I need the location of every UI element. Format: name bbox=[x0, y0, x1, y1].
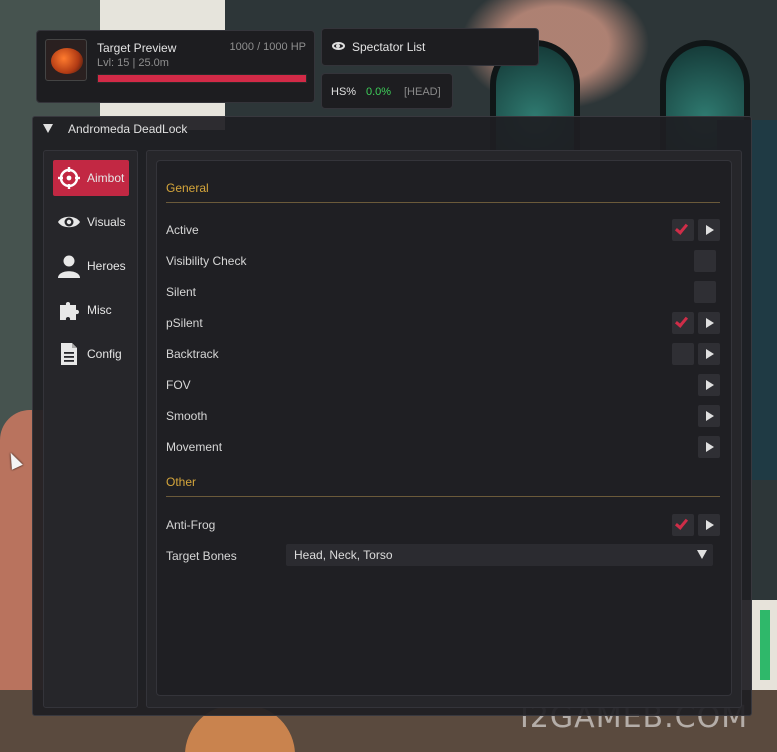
collapse-triangle-icon[interactable] bbox=[43, 124, 53, 133]
expand-arrow-icon[interactable] bbox=[698, 312, 720, 334]
target-hp-text: 1000 / 1000 HP bbox=[229, 41, 306, 53]
setting-row-movement: Movement bbox=[166, 435, 720, 459]
cheat-menu-window: Andromeda DeadLock Aimbot Visuals Heroes… bbox=[32, 116, 752, 716]
setting-row-backtrack: Backtrack bbox=[166, 342, 720, 366]
crosshair-icon bbox=[58, 167, 80, 189]
setting-label: pSilent bbox=[166, 316, 203, 330]
setting-label: Backtrack bbox=[166, 347, 219, 361]
hero-portrait-icon bbox=[45, 39, 87, 81]
sidebar-item-label: Misc bbox=[87, 303, 112, 317]
sidebar-item-label: Visuals bbox=[87, 215, 126, 229]
eye-icon bbox=[58, 216, 80, 228]
section-general-title: General bbox=[166, 181, 209, 195]
section-divider bbox=[166, 496, 720, 497]
sidebar-item-config[interactable]: Config bbox=[53, 336, 129, 372]
setting-label: Active bbox=[166, 223, 199, 237]
hs-bone: [HEAD] bbox=[404, 86, 441, 98]
setting-row-psilent: pSilent bbox=[166, 311, 720, 335]
window-title: Andromeda DeadLock bbox=[68, 122, 188, 136]
sidebar-item-heroes[interactable]: Heroes bbox=[53, 248, 129, 284]
active-checkbox[interactable] bbox=[672, 219, 694, 241]
section-other-title: Other bbox=[166, 475, 197, 489]
visibility-check-checkbox[interactable] bbox=[694, 250, 716, 272]
sidebar-item-visuals[interactable]: Visuals bbox=[53, 204, 129, 240]
psilent-checkbox[interactable] bbox=[672, 312, 694, 334]
target-preview-panel: Target Preview 1000 / 1000 HP Lvl: 15 | … bbox=[36, 30, 315, 103]
checkmark-icon bbox=[674, 221, 689, 235]
anti-frog-checkbox[interactable] bbox=[672, 514, 694, 536]
target-level-distance: Lvl: 15 | 25.0m bbox=[97, 57, 169, 69]
backtrack-checkbox[interactable] bbox=[672, 343, 694, 365]
expand-arrow-icon[interactable] bbox=[698, 514, 720, 536]
document-icon bbox=[61, 343, 77, 365]
hs-value: 0.0% bbox=[366, 86, 392, 98]
spectator-list-label: Spectator List bbox=[352, 40, 426, 54]
setting-label: Visibility Check bbox=[166, 254, 247, 268]
setting-label: Anti-Frog bbox=[166, 518, 216, 532]
setting-label: Movement bbox=[166, 440, 223, 454]
aimbot-settings: General Active Visibility Check Silent p… bbox=[156, 160, 732, 696]
headshot-panel: HS% 0.0% [HEAD] bbox=[321, 73, 453, 109]
eye-icon bbox=[332, 42, 345, 50]
sidebar-item-misc[interactable]: Misc bbox=[53, 292, 129, 328]
sidebar-item-label: Config bbox=[87, 347, 122, 361]
target-health-fill bbox=[98, 75, 306, 82]
background-candle bbox=[760, 610, 770, 680]
checkmark-icon bbox=[674, 314, 689, 328]
setting-row-fov: FOV bbox=[166, 373, 720, 397]
puzzle-icon bbox=[60, 302, 79, 320]
target-health-bar bbox=[97, 74, 307, 83]
expand-arrow-icon[interactable] bbox=[698, 436, 720, 458]
setting-label: Target Bones bbox=[166, 549, 237, 563]
expand-arrow-icon[interactable] bbox=[698, 219, 720, 241]
person-icon bbox=[58, 255, 80, 278]
window-titlebar[interactable]: Andromeda DeadLock bbox=[33, 117, 751, 141]
section-divider bbox=[166, 202, 720, 203]
spectator-list-panel[interactable]: Spectator List bbox=[321, 28, 539, 66]
expand-arrow-icon[interactable] bbox=[698, 405, 720, 427]
setting-row-target-bones: Target Bones Head, Neck, Torso bbox=[166, 544, 720, 568]
expand-arrow-icon[interactable] bbox=[698, 343, 720, 365]
sidebar: Aimbot Visuals Heroes Misc Config bbox=[43, 150, 138, 708]
sidebar-item-label: Aimbot bbox=[87, 171, 125, 185]
setting-row-silent: Silent bbox=[166, 280, 720, 304]
setting-label: Silent bbox=[166, 285, 197, 299]
setting-row-active: Active bbox=[166, 218, 720, 242]
hs-label: HS% bbox=[331, 86, 357, 98]
target-bones-select[interactable]: Head, Neck, Torso bbox=[286, 544, 713, 566]
target-bones-value: Head, Neck, Torso bbox=[294, 548, 393, 562]
setting-row-visibility-check: Visibility Check bbox=[166, 249, 720, 273]
checkmark-icon bbox=[674, 516, 689, 530]
sidebar-item-label: Heroes bbox=[87, 259, 126, 273]
dropdown-arrow-icon bbox=[697, 550, 707, 559]
target-title: Target Preview bbox=[97, 41, 177, 55]
setting-row-anti-frog: Anti-Frog bbox=[166, 513, 720, 537]
expand-arrow-icon[interactable] bbox=[698, 374, 720, 396]
aimbot-panel: General Active Visibility Check Silent p… bbox=[146, 150, 742, 708]
setting-row-smooth: Smooth bbox=[166, 404, 720, 428]
sidebar-item-aimbot[interactable]: Aimbot bbox=[53, 160, 129, 196]
silent-checkbox[interactable] bbox=[694, 281, 716, 303]
setting-label: FOV bbox=[166, 378, 191, 392]
setting-label: Smooth bbox=[166, 409, 208, 423]
